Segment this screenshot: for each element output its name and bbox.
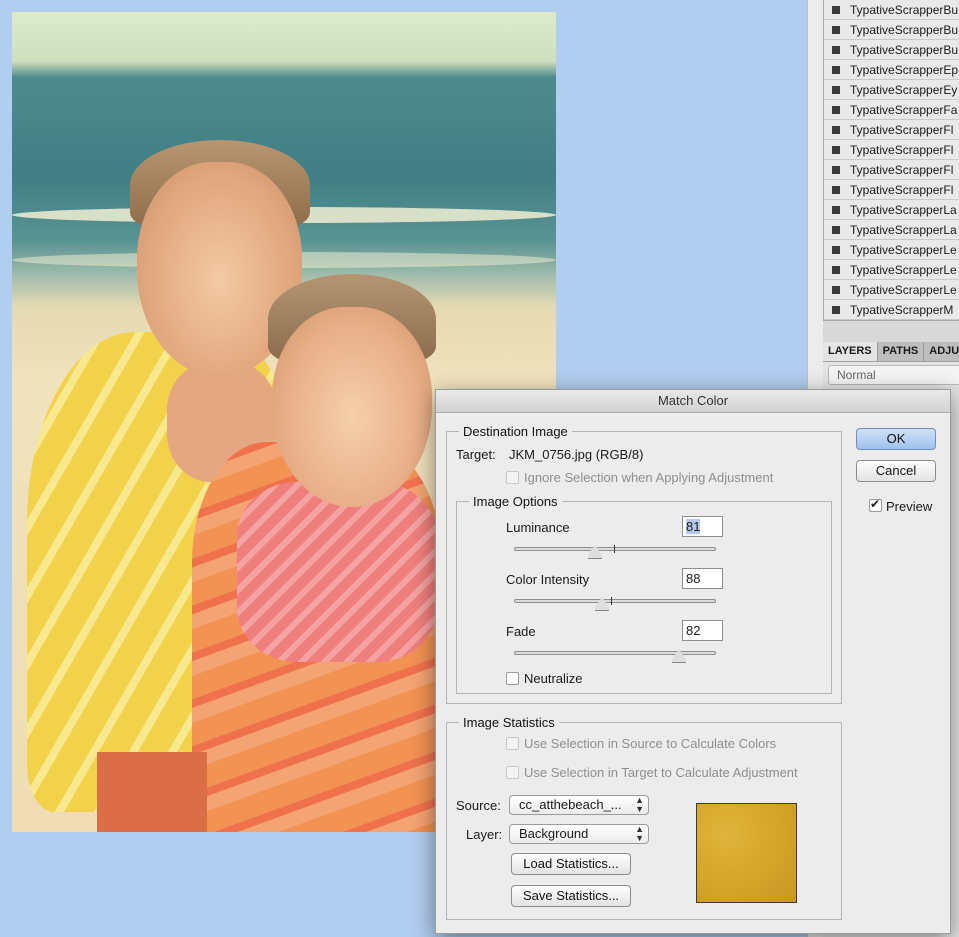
neutralize-label: Neutralize — [524, 671, 583, 686]
layer-item[interactable]: TypativeScrapperBu — [824, 40, 959, 60]
save-statistics-button[interactable]: Save Statistics... — [511, 885, 631, 907]
neutralize-checkbox[interactable] — [506, 672, 519, 685]
destination-image-legend: Destination Image — [463, 424, 568, 439]
layer-thumbnail-icon — [832, 45, 840, 54]
color-intensity-slider-track[interactable] — [514, 599, 716, 603]
layer-item[interactable]: TypativeScrapperFl — [824, 180, 959, 200]
tab-adjustments[interactable]: ADJU — [924, 342, 959, 361]
layer-thumbnail-icon — [832, 285, 840, 294]
panel-tabs: LAYERS PATHS ADJU — [823, 342, 959, 362]
layer-item[interactable]: TypativeScrapperFa — [824, 100, 959, 120]
layer-item[interactable]: TypativeScrapperEp — [824, 60, 959, 80]
layer-thumbnail-icon — [832, 125, 840, 134]
layer-list: TypativeScrapperBu TypativeScrapperBu Ty… — [823, 0, 959, 320]
layer-item[interactable]: TypativeScrapperBu — [824, 0, 959, 20]
layer-thumbnail-icon — [832, 305, 840, 314]
layer-thumbnail-icon — [832, 85, 840, 94]
source-select-value: cc_atthebeach_... — [519, 797, 622, 812]
layer-thumbnail-icon — [832, 105, 840, 114]
tab-paths[interactable]: PATHS — [878, 342, 925, 361]
layer-thumbnail-icon — [832, 65, 840, 74]
layer-item[interactable]: TypativeScrapperEy — [824, 80, 959, 100]
luminance-label: Luminance — [506, 520, 570, 535]
target-value: JKM_0756.jpg (RGB/8) — [509, 447, 644, 462]
ignore-selection-label: Ignore Selection when Applying Adjustmen… — [524, 470, 774, 485]
layer-item[interactable]: TypativeScrapperFl — [824, 160, 959, 180]
target-label: Target: — [456, 447, 496, 462]
cancel-button[interactable]: Cancel — [856, 460, 936, 482]
layer-select-value: Background — [519, 826, 589, 841]
preview-checkbox[interactable] — [869, 497, 882, 512]
ok-button[interactable]: OK — [856, 428, 936, 450]
layer-label: Layer: — [466, 827, 503, 842]
fade-slider-thumb[interactable] — [672, 649, 686, 663]
fade-label: Fade — [506, 624, 536, 639]
fade-input[interactable]: 82 — [682, 620, 723, 641]
color-intensity-label: Color Intensity — [506, 572, 590, 587]
dialog-title: Match Color — [436, 390, 950, 413]
use-target-selection-checkbox[interactable] — [506, 766, 519, 779]
image-options-legend: Image Options — [473, 494, 558, 509]
preview-label: Preview — [886, 499, 933, 514]
layer-thumbnail-icon — [832, 5, 840, 14]
layer-thumbnail-icon — [832, 225, 840, 234]
tab-layers[interactable]: LAYERS — [823, 342, 878, 361]
luminance-slider-track[interactable] — [514, 547, 716, 551]
layer-thumbnail-icon — [832, 25, 840, 34]
source-color-swatch — [696, 803, 797, 903]
ignore-selection-checkbox[interactable] — [506, 471, 519, 484]
layer-item[interactable]: TypativeScrapperLa — [824, 220, 959, 240]
layer-thumbnail-icon — [832, 185, 840, 194]
updown-arrows-icon: ▲ ▼ — [635, 824, 644, 843]
layer-thumbnail-icon — [832, 265, 840, 274]
layer-thumbnail-icon — [832, 245, 840, 254]
source-select[interactable]: cc_atthebeach_... ▲ ▼ — [509, 795, 649, 815]
layer-thumbnail-icon — [832, 205, 840, 214]
luminance-input[interactable]: 81 — [682, 516, 723, 537]
layer-item[interactable]: TypativeScrapperBu — [824, 20, 959, 40]
layer-item[interactable]: TypativeScrapperLe — [824, 260, 959, 280]
use-source-selection-checkbox[interactable] — [506, 737, 519, 750]
color-intensity-slider-thumb[interactable] — [595, 597, 609, 611]
load-statistics-button[interactable]: Load Statistics... — [511, 853, 631, 875]
blend-mode-select[interactable]: Normal — [828, 365, 959, 385]
layer-item[interactable]: TypativeScrapperFl — [824, 140, 959, 160]
layer-item[interactable]: TypativeScrapperLe — [824, 280, 959, 300]
updown-arrows-icon: ▲ ▼ — [635, 795, 644, 814]
layer-item[interactable]: TypativeScrapperM — [824, 300, 959, 320]
use-source-selection-label: Use Selection in Source to Calculate Col… — [524, 736, 777, 751]
image-statistics-legend: Image Statistics — [463, 715, 555, 730]
use-target-selection-label: Use Selection in Target to Calculate Adj… — [524, 765, 798, 780]
younger-boy-face — [272, 307, 432, 507]
panel-separator — [823, 320, 959, 342]
layer-item[interactable]: TypativeScrapperFl — [824, 120, 959, 140]
layer-thumbnail-icon — [832, 165, 840, 174]
layer-select[interactable]: Background ▲ ▼ — [509, 824, 649, 844]
luminance-value: 81 — [686, 519, 701, 534]
layer-item[interactable]: TypativeScrapperLa — [824, 200, 959, 220]
source-label: Source: — [456, 798, 501, 813]
layer-item[interactable]: TypativeScrapperLe — [824, 240, 959, 260]
color-intensity-input[interactable]: 88 — [682, 568, 723, 589]
layer-thumbnail-icon — [832, 145, 840, 154]
luminance-slider-thumb[interactable] — [588, 545, 602, 559]
match-color-dialog: Match Color Destination Image Target: JK… — [435, 389, 951, 934]
